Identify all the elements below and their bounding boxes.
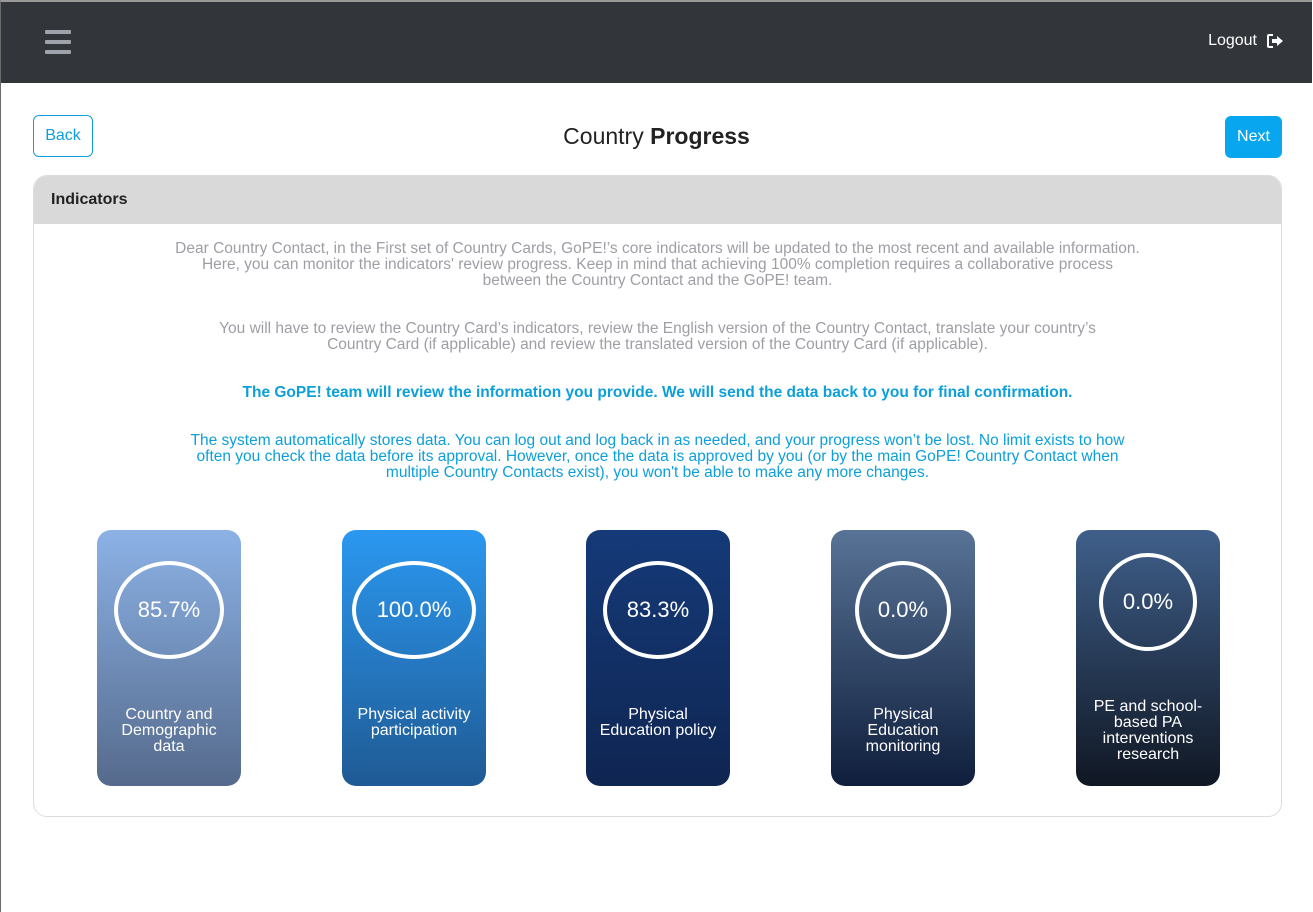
indicator-label: Physical activity participation — [357, 706, 471, 739]
sign-out-icon — [1267, 34, 1284, 48]
logout-label: Logout — [1208, 32, 1257, 49]
progress-ring: 83.3% — [603, 561, 713, 659]
indicator-label: Country and Demographic data — [121, 706, 217, 755]
storage-notice: The system automatically stores data. Yo… — [190, 432, 1125, 481]
intro-paragraph: Dear Country Contact, in the First set o… — [175, 240, 1140, 289]
progress-ring: 85.7% — [114, 561, 224, 659]
indicator-tile-pe-policy[interactable]: 83.3% Physical Education policy — [586, 530, 730, 786]
indicators-card: Indicators Dear Country Contact, in the … — [33, 175, 1282, 817]
logout-button[interactable]: Logout — [1208, 32, 1284, 50]
page: Logout Back Country Progress Next Indica… — [0, 0, 1312, 912]
next-button[interactable]: Next — [1225, 116, 1282, 158]
page-title-bold: Progress — [650, 123, 750, 149]
top-navbar: Logout — [1, 2, 1312, 83]
progress-ring: 0.0% — [855, 561, 951, 659]
indicator-label: Physical Education policy — [599, 706, 717, 739]
page-title-normal: Country — [563, 123, 644, 149]
indicator-label: PE and school-based PA interventions res… — [1093, 698, 1203, 763]
card-header: Indicators — [34, 176, 1281, 224]
indicator-tile-physical-activity[interactable]: 100.0% Physical activity participation — [342, 530, 486, 786]
progress-ring: 100.0% — [352, 561, 476, 659]
instructions-paragraph: You will have to review the Country Card… — [219, 320, 1096, 353]
indicator-tile-country-demographic[interactable]: 85.7% Country and Demographic data — [97, 530, 241, 786]
progress-ring: 0.0% — [1099, 553, 1197, 651]
indicator-label: Physical Education monitoring — [865, 706, 941, 755]
review-notice: The GoPE! team will review the informati… — [242, 384, 1073, 401]
indicator-tile-pe-monitoring[interactable]: 0.0% Physical Education monitoring — [831, 530, 975, 786]
indicator-tile-pe-research[interactable]: 0.0% PE and school-based PA intervention… — [1076, 530, 1220, 786]
page-title: Country Progress — [1, 123, 1312, 150]
hamburger-menu-icon[interactable] — [45, 30, 71, 54]
